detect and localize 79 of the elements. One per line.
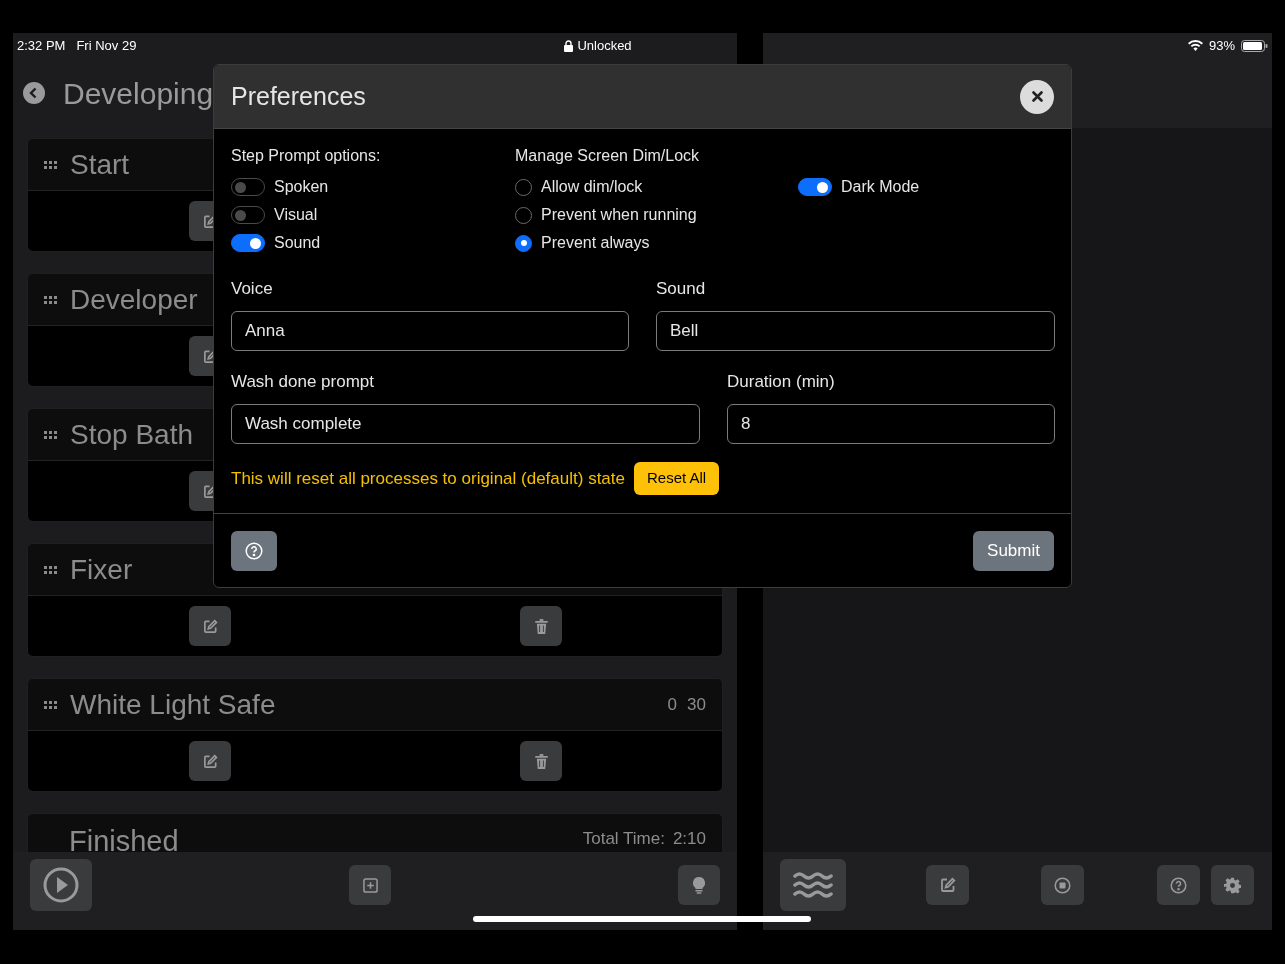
step-name: Stop Bath xyxy=(70,417,193,452)
trash-icon xyxy=(534,618,548,634)
waves-icon xyxy=(793,871,833,899)
lightbulb-icon xyxy=(693,876,705,894)
field-label: Sound xyxy=(656,278,707,300)
status-date: Fri Nov 29 xyxy=(76,36,137,55)
add-icon xyxy=(362,877,378,893)
step-time: 30 xyxy=(687,693,706,716)
stop-button[interactable] xyxy=(1041,865,1084,905)
option-label: Spoken xyxy=(274,177,329,197)
close-icon xyxy=(1031,91,1043,102)
section-heading: Step Prompt options: xyxy=(231,146,382,166)
field-label: Duration (min) xyxy=(727,371,836,393)
finished-label: Finished xyxy=(69,824,179,852)
settings-icon xyxy=(1224,876,1241,894)
reset-warning: This will reset all processes to original (default) state xyxy=(231,467,625,490)
radio-button[interactable] xyxy=(515,178,532,196)
settings-button[interactable] xyxy=(1211,865,1254,905)
edit-icon xyxy=(939,877,956,893)
total-time-value: 2:10 xyxy=(672,828,706,850)
edit-icon xyxy=(202,753,218,769)
close-button[interactable] xyxy=(1020,79,1054,114)
help-icon xyxy=(1170,876,1187,894)
play-icon xyxy=(43,867,79,903)
drag-handle-icon xyxy=(44,160,57,169)
toggle-switch[interactable] xyxy=(231,234,265,252)
input-field[interactable]: Anna xyxy=(231,311,629,351)
reset-all-button[interactable]: Reset All xyxy=(634,462,720,495)
wifi-icon xyxy=(1187,40,1203,51)
drag-handle-icon xyxy=(44,430,57,439)
edit-button[interactable] xyxy=(189,606,231,646)
edit-button[interactable] xyxy=(926,865,969,905)
input-field[interactable]: Bell xyxy=(656,311,1055,351)
step-name: Developer xyxy=(70,282,198,317)
add-step-button[interactable] xyxy=(349,865,391,905)
field-label: Voice xyxy=(231,278,274,300)
help-icon xyxy=(245,541,263,560)
edit-icon xyxy=(202,618,218,634)
toggle-switch[interactable] xyxy=(798,178,832,196)
screen-title: Developing xyxy=(63,75,214,112)
drag-handle-icon xyxy=(44,700,57,709)
step-name: White Light Safe xyxy=(70,687,276,722)
option-label: Sound xyxy=(274,233,321,253)
field-label: Wash done prompt xyxy=(231,371,375,393)
battery-percent: 93% xyxy=(1208,36,1235,55)
step-name: Fixer xyxy=(70,552,133,587)
option-label: Allow dim/lock xyxy=(541,177,643,197)
option-label: Visual xyxy=(274,205,318,225)
input-field[interactable]: Wash complete xyxy=(231,404,700,444)
step-name: Start xyxy=(70,147,130,182)
status-time: 2:32 PM xyxy=(17,36,66,55)
waves-button[interactable] xyxy=(780,859,846,911)
delete-button[interactable] xyxy=(520,606,562,646)
battery-icon xyxy=(1241,39,1268,52)
radio-button[interactable] xyxy=(515,206,532,224)
radio-button[interactable] xyxy=(515,234,532,252)
option-label: Prevent when running xyxy=(541,205,697,225)
play-button[interactable] xyxy=(30,859,92,911)
drag-handle-icon xyxy=(44,295,57,304)
input-field[interactable]: 8 xyxy=(727,404,1055,444)
lightbulb-button[interactable] xyxy=(678,865,720,905)
option-label: Prevent always xyxy=(541,233,650,253)
help-button[interactable] xyxy=(231,530,277,571)
option-label: Dark Mode xyxy=(841,177,920,197)
back-icon[interactable] xyxy=(23,82,45,104)
delete-button[interactable] xyxy=(520,741,562,781)
section-heading: Manage Screen Dim/Lock xyxy=(515,146,701,166)
dialog-title: Preferences xyxy=(231,80,366,112)
stop-icon xyxy=(1054,876,1071,894)
submit-button[interactable]: Submit xyxy=(973,530,1054,571)
lock-status: Unlocked xyxy=(577,36,632,55)
toggle-switch[interactable] xyxy=(231,206,265,224)
toggle-switch[interactable] xyxy=(231,178,265,196)
trash-icon xyxy=(534,753,548,769)
step-time: 0 xyxy=(667,693,678,716)
total-time-label: Total Time: xyxy=(582,828,665,850)
lock-icon xyxy=(564,39,574,52)
drag-handle-icon xyxy=(44,565,57,574)
edit-button[interactable] xyxy=(189,741,231,781)
